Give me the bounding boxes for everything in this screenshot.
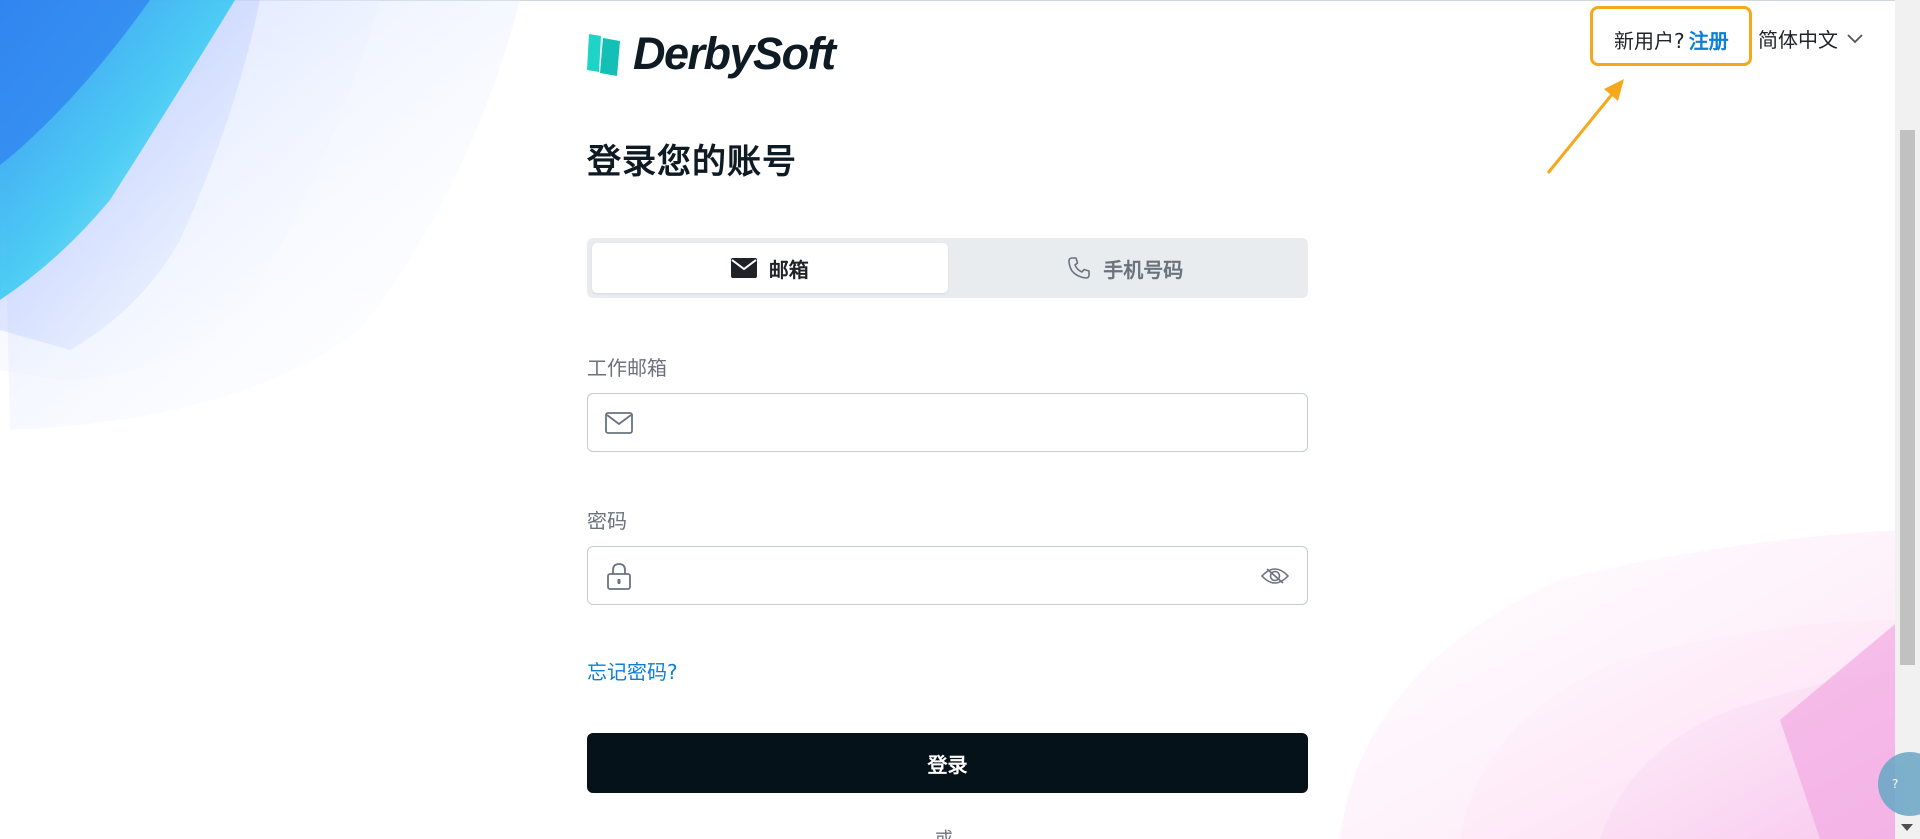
- login-method-tabs: 邮箱 手机号码: [587, 238, 1308, 298]
- scrollbar-thumb[interactable]: [1900, 130, 1915, 665]
- email-input[interactable]: [634, 394, 1307, 451]
- scroll-down-arrow-icon[interactable]: [1901, 824, 1913, 831]
- register-prompt-text: 新用户?: [1614, 29, 1685, 53]
- tab-email-label: 邮箱: [768, 257, 809, 282]
- language-label: 简体中文: [1758, 28, 1838, 52]
- eye-toggle-icon[interactable]: [1259, 560, 1291, 592]
- email-field-label: 工作邮箱: [587, 356, 667, 380]
- tab-phone-label: 手机号码: [1103, 257, 1184, 282]
- or-divider: 或: [935, 825, 953, 839]
- decorative-background-bottom-right: [1340, 530, 1900, 839]
- logo-mark-icon: [587, 33, 620, 76]
- annotation-arrow: [1546, 79, 1624, 174]
- decorative-background-top-left: [0, 0, 520, 430]
- logo: DerbySoft: [587, 28, 836, 79]
- register-prompt: 新用户? 注册: [1614, 25, 1729, 54]
- lock-icon: [604, 561, 634, 591]
- top-border: [0, 0, 1920, 1]
- login-button[interactable]: 登录: [587, 733, 1308, 793]
- tab-phone[interactable]: 手机号码: [948, 243, 1304, 293]
- chevron-down-icon: [1847, 33, 1863, 43]
- logo-text: DerbySoft: [633, 28, 836, 79]
- envelope-icon: [730, 258, 757, 278]
- password-field-label: 密码: [587, 509, 627, 533]
- vertical-scrollbar[interactable]: [1895, 0, 1920, 839]
- password-field: [587, 546, 1308, 605]
- phone-icon: [1068, 257, 1091, 279]
- chat-help-icon[interactable]: ?: [1878, 752, 1920, 816]
- password-input[interactable]: [634, 547, 1259, 604]
- forgot-password-link[interactable]: 忘记密码?: [587, 656, 678, 685]
- language-selector[interactable]: 简体中文: [1758, 24, 1864, 53]
- login-page: DerbySoft 新用户? 注册 简体中文 登录您的账号 邮箱 手机号码 工作…: [0, 0, 1920, 839]
- register-link[interactable]: 注册: [1689, 29, 1729, 53]
- tab-email[interactable]: 邮箱: [592, 243, 948, 293]
- mail-outline-icon: [604, 408, 634, 438]
- page-title: 登录您的账号: [587, 142, 797, 182]
- email-field: [587, 393, 1308, 452]
